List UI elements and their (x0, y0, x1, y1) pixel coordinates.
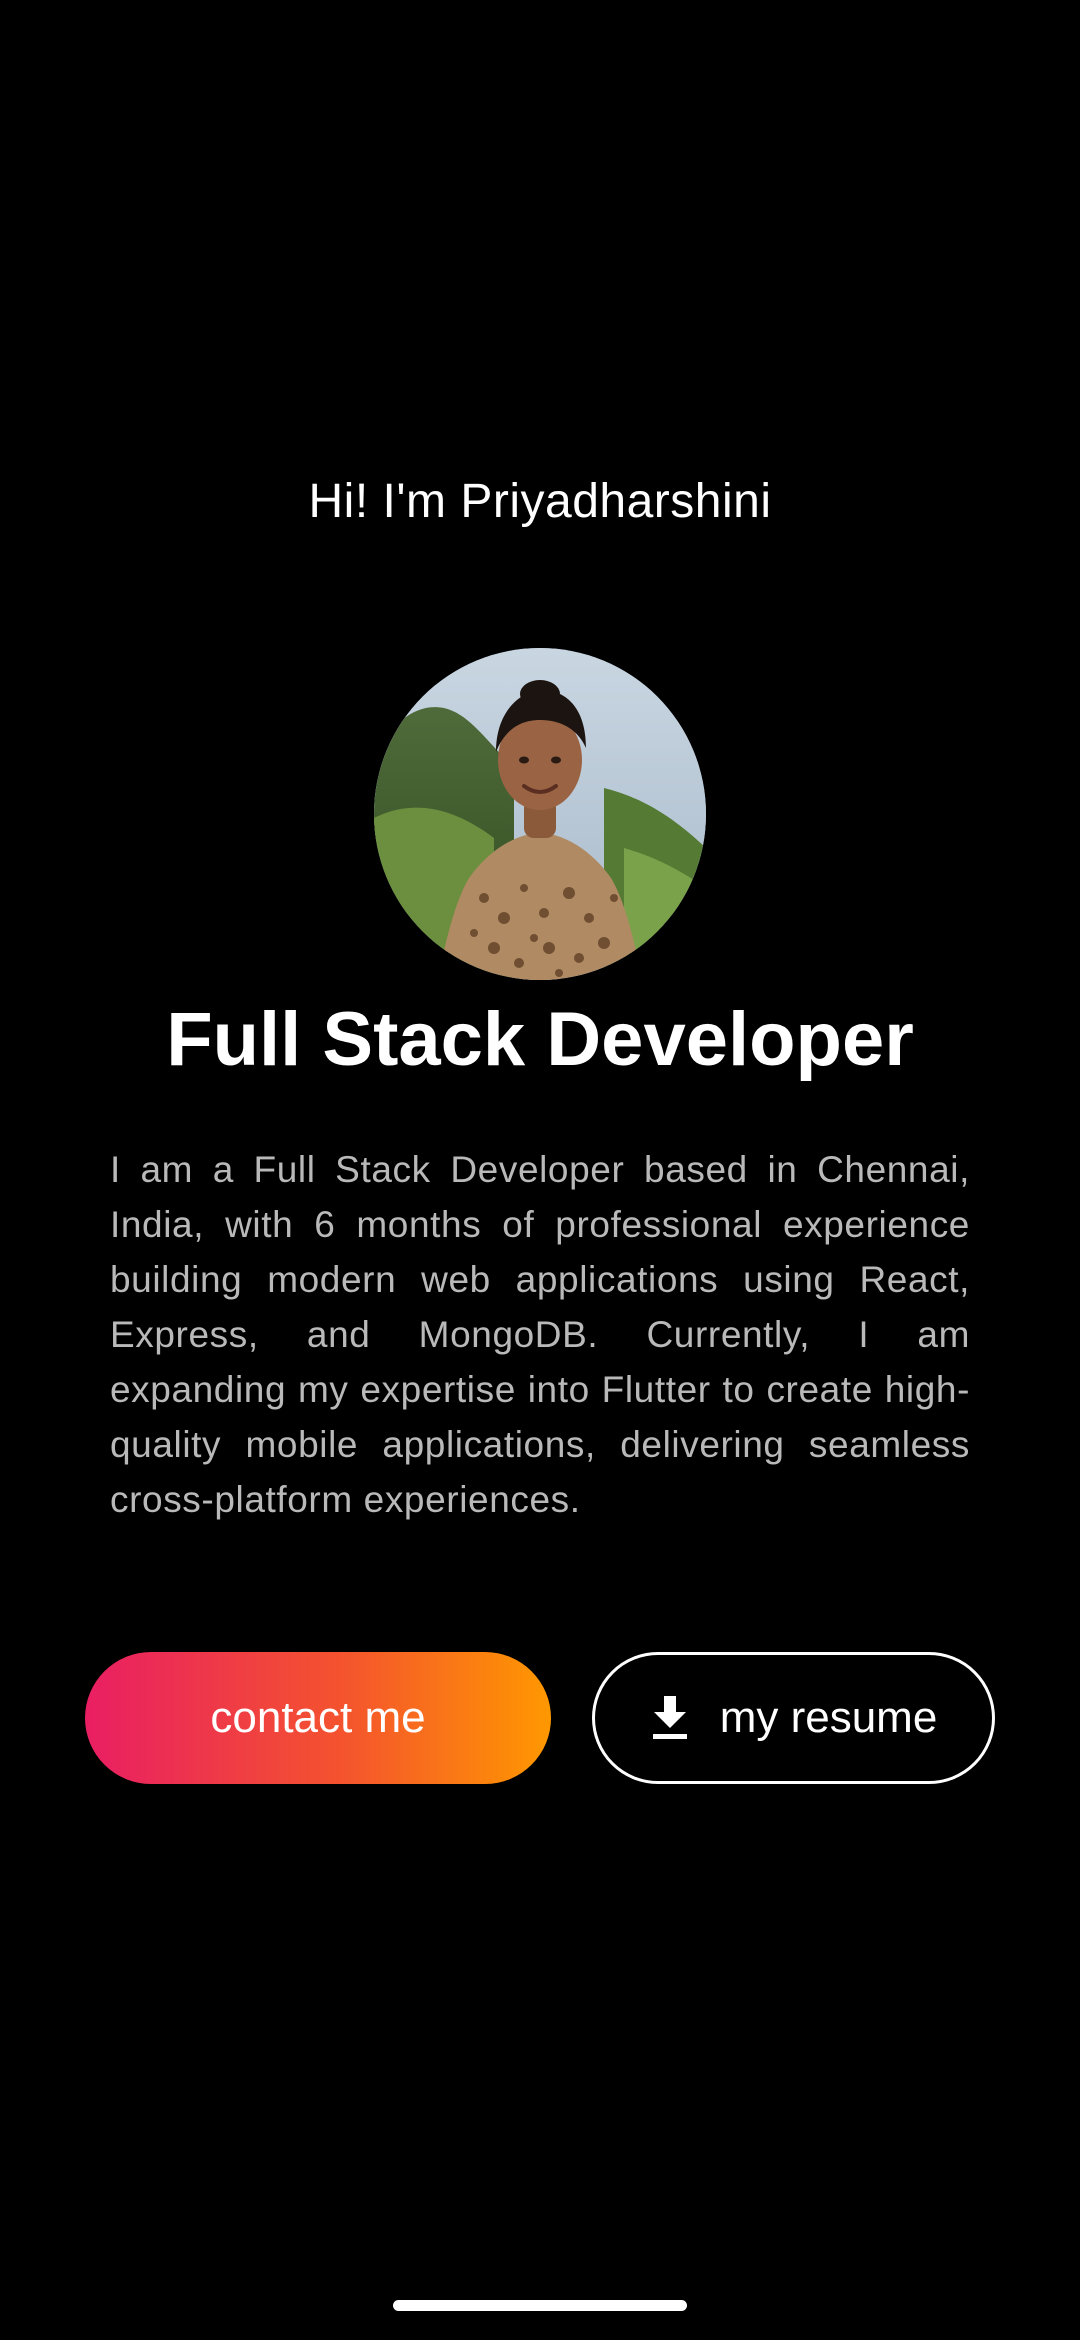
my-resume-button[interactable]: my resume (592, 1652, 995, 1784)
greeting-text: Hi! I'm Priyadharshini (308, 475, 772, 528)
profile-avatar (374, 648, 706, 980)
bio-paragraph: I am a Full Stack Developer based in Che… (110, 1149, 970, 1520)
contact-me-button[interactable]: contact me (85, 1652, 551, 1784)
home-indicator[interactable] (393, 2300, 687, 2311)
role-title: Full Stack Developer (166, 997, 914, 1082)
download-icon (650, 1696, 690, 1740)
my-resume-label: my resume (719, 1693, 938, 1742)
contact-me-label: contact me (210, 1693, 426, 1742)
profile-photo (374, 648, 706, 980)
